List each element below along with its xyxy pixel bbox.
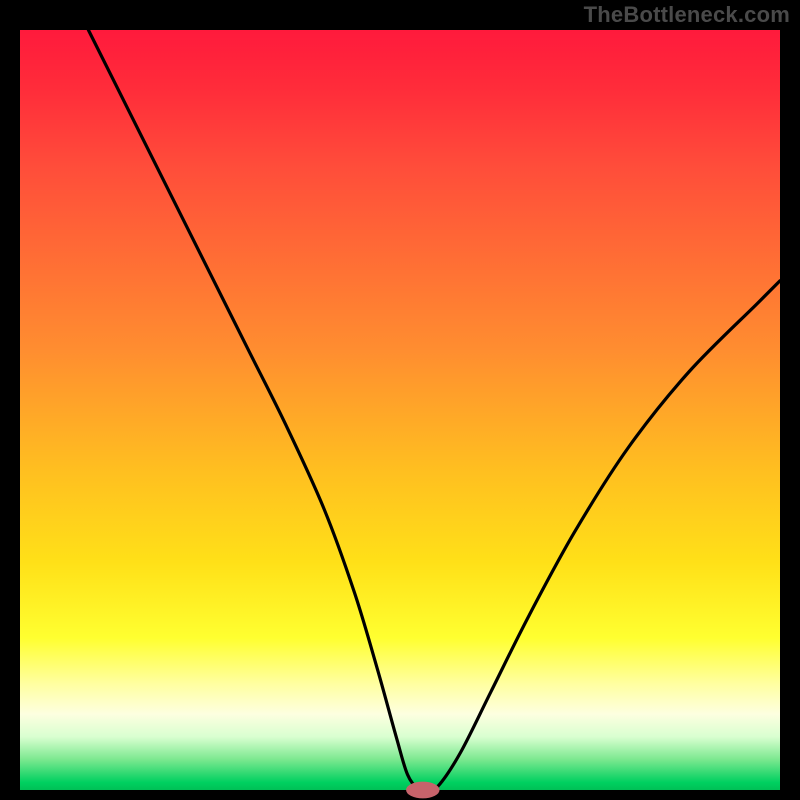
bottleneck-curve xyxy=(88,30,780,791)
optimal-point-marker xyxy=(406,782,439,799)
plot-area xyxy=(20,30,780,790)
chart-frame: TheBottleneck.com xyxy=(0,0,800,800)
watermark-text: TheBottleneck.com xyxy=(584,2,790,28)
curve-svg xyxy=(20,30,780,790)
